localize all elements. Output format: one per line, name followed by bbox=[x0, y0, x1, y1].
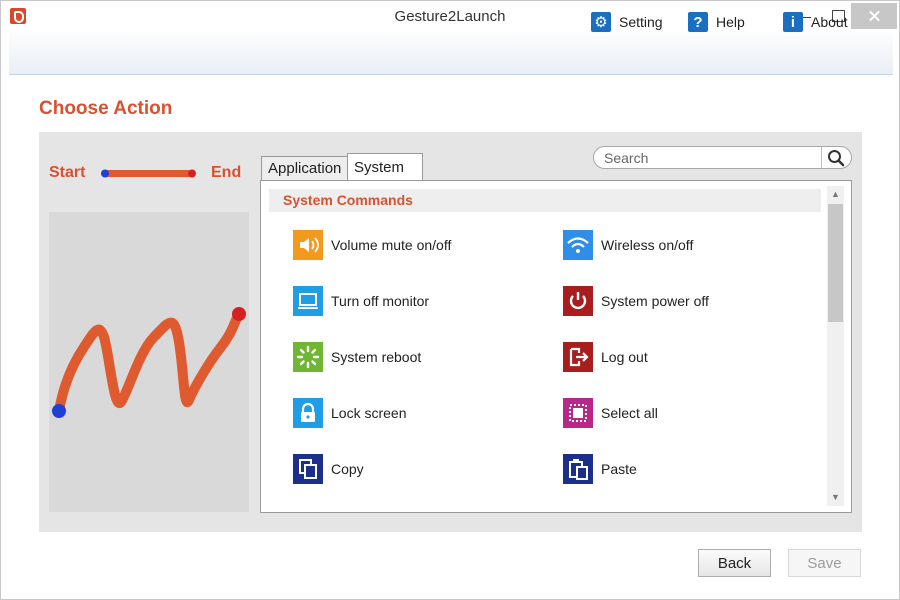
tab-system[interactable]: System bbox=[347, 153, 423, 181]
app-window: Gesture2Launch ⚙ Setting ? Help i About … bbox=[0, 0, 900, 600]
command-label: Lock screen bbox=[331, 405, 407, 421]
command-paste[interactable]: Paste bbox=[563, 454, 637, 484]
back-button[interactable]: Back bbox=[698, 549, 771, 577]
paste-icon bbox=[563, 454, 593, 484]
toolbar bbox=[9, 32, 893, 75]
help-label: Help bbox=[716, 14, 745, 30]
gear-icon: ⚙ bbox=[591, 12, 611, 32]
copy-icon bbox=[293, 454, 323, 484]
power-icon bbox=[563, 286, 593, 316]
command-label: Wireless on/off bbox=[601, 237, 694, 253]
command-label: System power off bbox=[601, 293, 709, 309]
speaker-icon bbox=[293, 230, 323, 260]
command-copy[interactable]: Copy bbox=[293, 454, 364, 484]
question-icon: ? bbox=[688, 12, 708, 32]
search-input[interactable] bbox=[593, 146, 852, 169]
command-volume-mute[interactable]: Volume mute on/off bbox=[293, 230, 451, 260]
end-point bbox=[232, 307, 246, 321]
save-button[interactable]: Save bbox=[788, 549, 861, 577]
command-reboot[interactable]: System reboot bbox=[293, 342, 421, 372]
about-label: About bbox=[811, 14, 848, 30]
gesture-canvas[interactable] bbox=[49, 212, 249, 512]
window-title: Gesture2Launch bbox=[394, 8, 506, 25]
select-all-icon bbox=[563, 398, 593, 428]
reboot-icon bbox=[293, 342, 323, 372]
command-select-all[interactable]: Select all bbox=[563, 398, 658, 428]
help-button[interactable]: ? Help bbox=[688, 11, 745, 33]
lock-icon bbox=[293, 398, 323, 428]
wifi-icon bbox=[563, 230, 593, 260]
commands-panel: System Commands Volume mute on/off Wirel… bbox=[260, 180, 852, 513]
search-separator bbox=[821, 147, 822, 168]
command-label: System reboot bbox=[331, 349, 422, 365]
page-title: Choose Action bbox=[39, 98, 173, 119]
command-turn-off-monitor[interactable]: Turn off monitor bbox=[293, 286, 429, 316]
command-label: Turn off monitor bbox=[331, 293, 430, 309]
tab-application[interactable]: Application bbox=[261, 156, 348, 181]
title-bar: Gesture2Launch bbox=[1, 1, 899, 32]
monitor-icon bbox=[293, 286, 323, 316]
gesture-legend-line bbox=[101, 169, 196, 178]
close-button[interactable] bbox=[851, 3, 897, 29]
gesture-end-label: End bbox=[211, 164, 242, 181]
setting-label: Setting bbox=[619, 14, 663, 30]
search-icon[interactable] bbox=[827, 149, 845, 167]
command-lock-screen[interactable]: Lock screen bbox=[293, 398, 406, 428]
commands-scrollbar[interactable]: ▲ ▼ bbox=[827, 186, 844, 506]
scroll-down-icon[interactable]: ▼ bbox=[827, 489, 844, 506]
scroll-up-icon[interactable]: ▲ bbox=[827, 186, 844, 203]
command-power-off[interactable]: System power off bbox=[563, 286, 709, 316]
command-label: Select all bbox=[601, 405, 658, 421]
command-log-out[interactable]: Log out bbox=[563, 342, 648, 372]
gesture-start-label: Start bbox=[49, 164, 86, 181]
gesture-stroke bbox=[52, 307, 246, 418]
section-header: System Commands bbox=[269, 189, 821, 212]
start-point bbox=[52, 404, 66, 418]
command-label: Paste bbox=[601, 461, 637, 477]
logout-icon bbox=[563, 342, 593, 372]
command-wireless[interactable]: Wireless on/off bbox=[563, 230, 693, 260]
command-label: Copy bbox=[331, 461, 364, 477]
scrollbar-thumb[interactable] bbox=[828, 204, 843, 322]
about-button[interactable]: i About bbox=[783, 11, 848, 33]
setting-button[interactable]: ⚙ Setting bbox=[591, 11, 663, 33]
info-icon: i bbox=[783, 12, 803, 32]
command-label: Log out bbox=[601, 349, 648, 365]
command-label: Volume mute on/off bbox=[331, 237, 452, 253]
